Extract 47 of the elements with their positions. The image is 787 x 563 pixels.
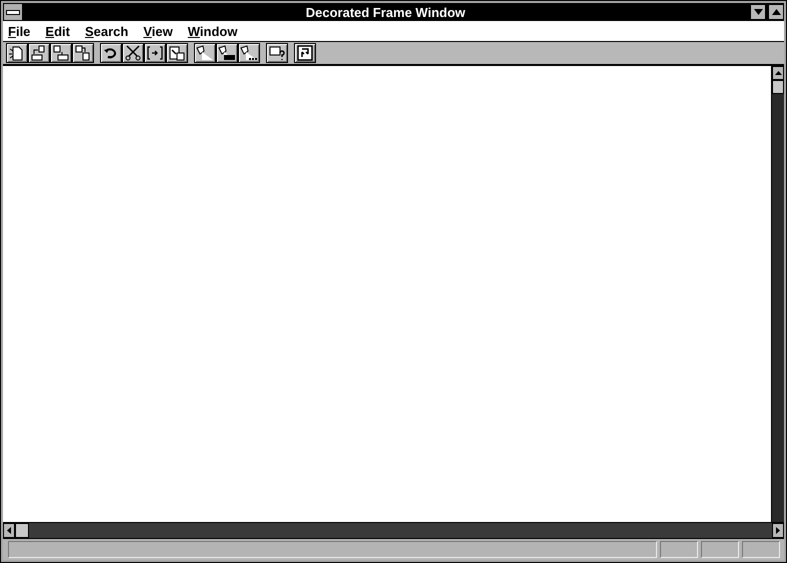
menu-item[interactable]: Search (84, 24, 128, 38)
menu-item[interactable]: View (143, 24, 173, 38)
status-pane (742, 541, 780, 558)
menu-item[interactable]: Edit (45, 24, 70, 38)
scroll-right-button[interactable] (772, 523, 784, 538)
left-arrow-icon (7, 527, 11, 534)
vertical-scrollbar[interactable] (771, 66, 784, 522)
flashlight-button[interactable] (194, 43, 216, 63)
new-page-button[interactable] (6, 43, 28, 63)
system-menu-button[interactable] (3, 3, 23, 21)
flashlight-more-icon (240, 45, 258, 61)
save-file-button[interactable] (50, 43, 72, 63)
refresh-button[interactable] (294, 43, 316, 63)
help-icon (268, 45, 286, 61)
flashlight-replace-button[interactable] (216, 43, 238, 63)
save-as-button[interactable] (72, 43, 94, 63)
save-file-icon (52, 45, 70, 61)
flashlight-icon (196, 45, 214, 61)
status-pane (660, 541, 698, 558)
status-pane (701, 541, 739, 558)
copy-button[interactable] (144, 43, 166, 63)
help-button[interactable] (266, 43, 288, 63)
scroll-thumb[interactable] (772, 80, 784, 94)
open-file-button[interactable] (28, 43, 50, 63)
flashlight-replace-icon (218, 45, 236, 61)
paste-icon (168, 45, 186, 61)
horizontal-scrollbar[interactable] (3, 522, 784, 538)
window-title: Decorated Frame Window (304, 4, 466, 20)
paste-button[interactable] (166, 43, 188, 63)
undo-button[interactable] (100, 43, 122, 63)
scroll-left-button[interactable] (3, 523, 15, 538)
refresh-icon (296, 45, 314, 61)
minimize-button[interactable] (750, 4, 766, 20)
menu-item[interactable]: File (8, 24, 30, 38)
copy-icon (146, 45, 164, 61)
maximize-button[interactable] (768, 4, 784, 20)
up-arrow-icon (772, 9, 780, 15)
cut-button[interactable] (122, 43, 144, 63)
up-arrow-icon (774, 71, 782, 75)
right-arrow-icon (776, 527, 780, 534)
scroll-thumb[interactable] (15, 523, 29, 538)
save-as-icon (74, 45, 92, 61)
scroll-up-button[interactable] (772, 66, 784, 80)
cut-icon (124, 45, 142, 61)
flashlight-more-button[interactable] (238, 43, 260, 63)
menu-item[interactable]: Window (188, 24, 238, 38)
down-arrow-icon (754, 9, 762, 15)
